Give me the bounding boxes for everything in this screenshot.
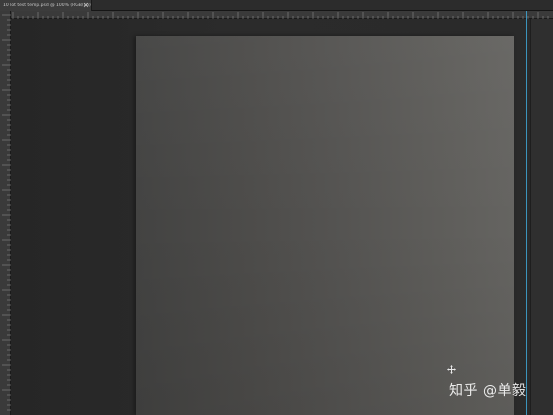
vertical-guide[interactable] xyxy=(526,11,527,415)
canvas-shading xyxy=(136,36,514,415)
document-canvas[interactable] xyxy=(136,36,514,415)
document-tab[interactable]: 10 lot test temp.psd @ 100% (RGB/16) xyxy=(0,0,92,11)
horizontal-ruler-ticks xyxy=(12,12,549,19)
document-tab-bar: 10 lot test temp.psd @ 100% (RGB/16) xyxy=(0,0,553,11)
document-tab-title: 10 lot test temp.psd @ 100% (RGB/16) xyxy=(3,3,91,8)
canvas-workspace[interactable] xyxy=(11,19,553,415)
vertical-ruler-ticks xyxy=(2,14,11,411)
horizontal-ruler[interactable] xyxy=(11,11,553,19)
move-cursor-icon xyxy=(447,365,456,374)
side-panel-edge xyxy=(530,19,553,415)
close-icon[interactable] xyxy=(83,2,89,8)
watermark: 知乎 @单毅 xyxy=(449,383,527,399)
photoshop-window: 10 lot test temp.psd @ 100% (RGB/16) 知乎 … xyxy=(0,0,553,415)
vertical-ruler[interactable] xyxy=(0,11,11,415)
